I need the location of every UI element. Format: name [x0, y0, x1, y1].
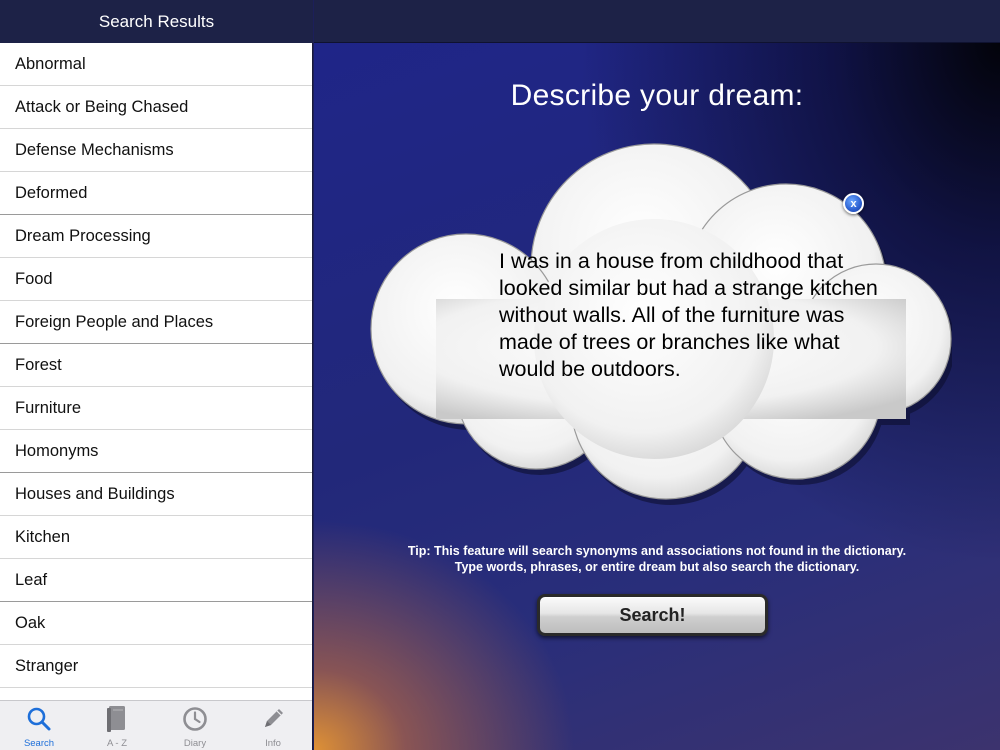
clear-text-button[interactable]: x — [843, 193, 864, 214]
tab-bar: Search A - Z Diary Info — [0, 700, 312, 750]
detail-header — [314, 0, 1000, 43]
list-item[interactable]: Deformed — [0, 172, 312, 215]
list-item[interactable]: Food — [0, 258, 312, 301]
list-item[interactable]: Leaf — [0, 559, 312, 602]
list-item[interactable]: Dream Processing — [0, 215, 312, 258]
tab-info-label: Info — [265, 738, 281, 749]
dream-text-field[interactable]: I was in a house from childhood that loo… — [499, 248, 884, 410]
tip-text: Tip: This feature will search synonyms a… — [314, 543, 1000, 575]
list-item[interactable]: Oak — [0, 602, 312, 645]
tab-search[interactable]: Search — [0, 701, 78, 750]
list-item[interactable]: Defense Mechanisms — [0, 129, 312, 172]
list-item[interactable]: Foreign People and Places — [0, 301, 312, 344]
list-item[interactable]: Homonyms — [0, 430, 312, 473]
book-icon — [103, 705, 131, 733]
tip-line-2: Type words, phrases, or entire dream but… — [454, 560, 860, 574]
search-results-panel: Search Results Abnormal Attack or Being … — [0, 0, 313, 750]
search-icon — [25, 705, 53, 733]
tab-diary[interactable]: Diary — [156, 701, 234, 750]
search-results-list: Abnormal Attack or Being Chased Defense … — [0, 43, 312, 700]
page-title: Describe your dream: — [510, 79, 804, 112]
tab-a-z[interactable]: A - Z — [78, 701, 156, 750]
search-results-title: Search Results — [98, 11, 215, 31]
pencil-icon — [259, 705, 287, 733]
list-item[interactable]: Furniture — [0, 387, 312, 430]
list-item[interactable]: Kitchen — [0, 516, 312, 559]
close-icon: x — [850, 197, 857, 210]
clock-icon — [181, 705, 209, 733]
tab-diary-label: Diary — [183, 738, 207, 749]
list-item[interactable]: Houses and Buildings — [0, 473, 312, 516]
tip-line-1: Tip: This feature will search synonyms a… — [407, 544, 907, 558]
dream-entry-panel: Describe your dream: I was in a house fr… — [314, 43, 1000, 750]
list-item[interactable]: Attack or Being Chased — [0, 86, 312, 129]
search-button[interactable]: Search! — [537, 594, 768, 636]
tab-search-label: Search — [23, 738, 55, 749]
tab-a-z-label: A - Z — [106, 738, 128, 749]
search-results-header: Search Results — [0, 0, 313, 43]
list-item[interactable]: Stranger — [0, 645, 312, 688]
list-item[interactable]: Abnormal — [0, 43, 312, 86]
list-item[interactable]: Forest — [0, 344, 312, 387]
tab-info[interactable]: Info — [234, 701, 312, 750]
